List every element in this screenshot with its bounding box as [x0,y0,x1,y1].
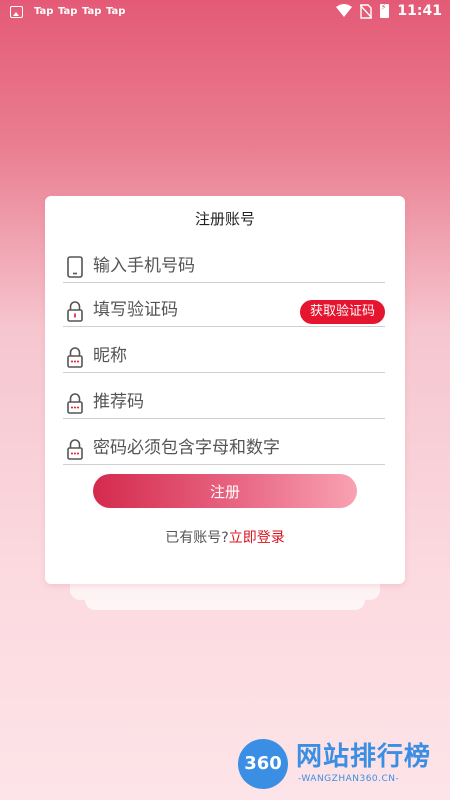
register-button[interactable]: 注册 [93,474,357,508]
nickname-input[interactable] [93,342,313,370]
phone-row [63,252,385,283]
watermark-brand: 网站排行榜 [296,742,432,772]
password-row [63,434,385,465]
code-row: 获取验证码 [63,296,385,327]
register-card: 注册账号 获取验证码 注册 已有账号?立即登录 [45,196,405,584]
watermark-url: -WANGZHAN360.CN- [298,774,400,784]
battery-charging-icon [380,3,390,18]
watermark-logo: 360 [238,739,288,789]
tap-notification-1: Tap [34,6,54,17]
tap-notification-2: Tap [58,6,78,17]
get-code-button[interactable]: 获取验证码 [299,300,385,324]
login-link[interactable]: 立即登录 [229,530,285,546]
tap-notification-4: Tap [106,6,126,17]
verification-code-input[interactable] [93,296,273,324]
watermark: 360 网站排行榜 -WANGZHAN360.CN- [238,736,443,796]
status-time: 11:41 [397,3,442,19]
password-input[interactable] [93,434,373,462]
status-bar: Tap Tap Tap Tap 11:41 [0,0,450,26]
page-title: 注册账号 [194,210,255,228]
phone-input[interactable] [93,252,313,280]
referral-row [63,388,385,419]
have-account-text: 已有账号? [165,530,229,546]
lock-icon [67,439,83,460]
no-sim-icon [360,3,373,19]
phone-icon [67,256,83,278]
referral-code-input[interactable] [93,388,313,416]
tap-notification-3: Tap [82,6,102,17]
lock-icon [67,347,83,368]
lock-icon [67,301,83,322]
lock-icon [67,393,83,414]
wifi-icon [336,4,353,17]
login-prompt: 已有账号?立即登录 [45,527,405,547]
image-notification-icon [10,6,23,18]
nickname-row [63,342,385,373]
